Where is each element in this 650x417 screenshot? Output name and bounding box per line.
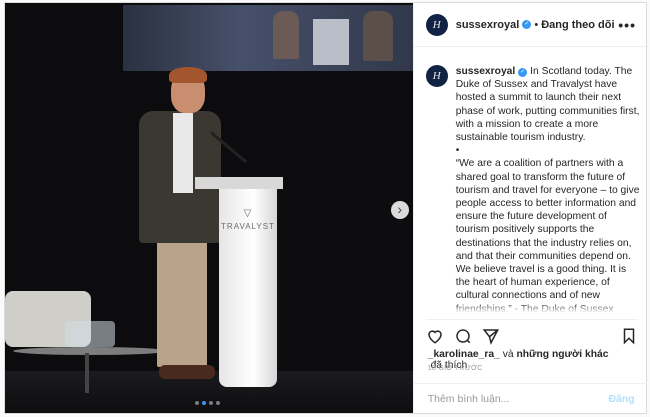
like-heart-icon[interactable] — [426, 327, 444, 345]
side-table — [13, 347, 167, 355]
comment-box: Đăng — [413, 383, 647, 413]
lectern-logo: ▽ TRAVALYST — [219, 208, 277, 231]
caption-paragraph: In Scotland today. The Duke of Sussex an… — [455, 66, 640, 144]
speaker-legs — [157, 239, 207, 367]
water-jug — [65, 321, 115, 347]
caption: H sussexroyal ✓ In Scotland today. The Du… — [425, 65, 640, 313]
post-sidebar: H sussexroyal ✓ • Đang theo dõi ••• H su… — [412, 3, 647, 413]
carousel-dot — [195, 401, 199, 405]
comment-bubble-icon[interactable] — [454, 327, 472, 345]
next-slide-button[interactable]: › — [390, 201, 409, 219]
lectern-top — [195, 177, 283, 189]
post-photo[interactable]: ▽ TRAVALYST › — [5, 3, 413, 413]
caption-bullet: • — [455, 145, 460, 157]
share-send-icon[interactable] — [482, 327, 500, 345]
caption-avatar[interactable]: H — [425, 65, 448, 87]
verified-badge-icon: ✓ — [522, 20, 532, 29]
separator-dot: • — [534, 18, 539, 31]
carousel-dot — [202, 401, 206, 405]
screen-podium — [313, 19, 349, 65]
speaker-shoes — [159, 365, 215, 379]
background-screen — [123, 5, 413, 71]
avatar[interactable]: H — [425, 13, 448, 36]
caption-username-link[interactable]: sussexroyal — [456, 66, 516, 77]
carousel-dot — [209, 401, 213, 405]
caption-paragraph: “We are a coalition of partners with a s… — [455, 158, 640, 262]
bookmark-icon[interactable] — [620, 327, 638, 345]
liker-username-link[interactable]: _karolinae_ra_ — [428, 349, 500, 360]
screen-figure — [363, 11, 393, 61]
travalyst-logo-icon: ▽ — [243, 208, 253, 219]
caption-fade — [425, 303, 640, 313]
post-header: H sussexroyal ✓ • Đang theo dõi ••• — [413, 3, 646, 47]
username-link[interactable]: sussexroyal — [456, 19, 520, 31]
speaker-shirt — [173, 113, 193, 193]
action-bar — [425, 319, 638, 347]
likes-connector: và — [499, 349, 517, 360]
carousel-dots — [195, 401, 220, 405]
caption-text: sussexroyal ✓ In Scotland today. The Duke… — [456, 65, 640, 313]
comment-input[interactable] — [427, 392, 609, 405]
screen-figure — [273, 11, 299, 59]
instagram-post: ▽ TRAVALYST › H sussexroyal ✓ • Đang the… — [4, 2, 647, 414]
table-leg — [85, 353, 89, 393]
carousel-dot — [216, 401, 220, 405]
post-timestamp[interactable]: 10 GIỜ TRƯỚC — [428, 365, 483, 372]
following-button[interactable]: Đang theo dõi — [541, 19, 614, 31]
more-options-icon[interactable]: ••• — [618, 17, 636, 33]
lectern-brand-text: TRAVALYST — [221, 222, 275, 231]
speaker-hair — [169, 67, 207, 83]
others-link[interactable]: những người khác — [516, 349, 608, 360]
verified-badge-icon: ✓ — [518, 68, 528, 77]
post-comment-button[interactable]: Đăng — [608, 393, 634, 405]
